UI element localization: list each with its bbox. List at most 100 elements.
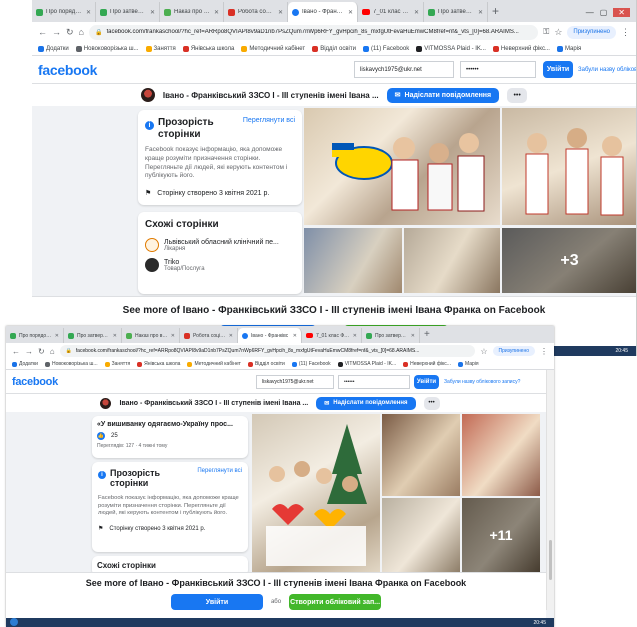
profile-button[interactable]: Призупинено — [567, 25, 616, 39]
home-icon[interactable]: ⌂ — [79, 27, 84, 37]
page-name[interactable]: Івано - Франківський ЗЗСО І - ІІІ ступен… — [163, 91, 379, 100]
bookmark-item[interactable]: Методичний кабінет — [187, 361, 241, 367]
close-tab-icon[interactable]: ✕ — [214, 9, 219, 16]
bookmark-item[interactable]: Додатки — [38, 45, 69, 52]
send-message-button[interactable]: ✉ Надіслати повідомлення — [316, 396, 416, 410]
scrollbar-thumb[interactable] — [549, 540, 552, 580]
close-tab-icon[interactable]: ✕ — [348, 9, 353, 16]
photo-teachers[interactable] — [382, 414, 460, 496]
photo-kids-hearts[interactable] — [252, 414, 380, 572]
more-photos-count[interactable]: +3 — [502, 228, 636, 293]
bookmark-item[interactable]: Відділ освіти — [312, 45, 356, 52]
similar-page-item[interactable]: Львівський обласний клінічний пе... Лікар… — [145, 238, 295, 252]
see-all-link[interactable]: Переглянути всі — [243, 117, 295, 124]
browser-tab[interactable]: Про затвердженн✕ — [424, 2, 488, 22]
photo-celebration[interactable] — [462, 414, 540, 496]
browser-tab[interactable]: Про затвердженн✕ — [96, 2, 160, 22]
page-name[interactable]: Івано - Франківський ЗЗСО І - ІІІ ступен… — [119, 400, 308, 407]
create-account-button[interactable]: Створити обліковий зап... — [289, 594, 382, 610]
bookmark-item[interactable]: Новоковорізька ш... — [75, 45, 139, 52]
email-field[interactable]: liskavych1975@ukr.net — [256, 374, 334, 389]
bookmark-item[interactable]: Відділ освіти — [247, 361, 285, 367]
bookmark-item[interactable]: Методичний кабінет — [241, 45, 305, 52]
login-button[interactable]: Увійти — [414, 374, 439, 389]
bookmark-item[interactable]: VITMOSSA Plaid - IK... — [416, 45, 486, 52]
bookmark-item[interactable]: Неверхний фікс... — [492, 45, 550, 52]
photo-more[interactable]: +11 — [462, 498, 540, 572]
banner-login-button[interactable]: Увійти — [170, 594, 263, 610]
new-tab-button[interactable]: + — [420, 328, 434, 343]
send-message-button[interactable]: ✉ Надіслати повідомлення — [386, 87, 500, 103]
browser-tab[interactable]: Робота соціальн✕ — [224, 2, 288, 22]
bookmark-item[interactable]: Додатки — [12, 361, 38, 367]
photo-girls-embroidered[interactable] — [502, 108, 636, 225]
maximize-icon[interactable]: ▢ — [600, 8, 608, 17]
close-tab-icon[interactable]: ✕ — [278, 9, 283, 16]
close-tab-icon[interactable]: ✕ — [353, 333, 357, 339]
browser-tab[interactable]: Робота соціальн✕ — [180, 328, 238, 343]
close-tab-icon[interactable]: ✕ — [113, 333, 117, 339]
profile-button[interactable]: Призупинено — [492, 346, 535, 356]
start-button[interactable] — [10, 618, 18, 626]
login-button[interactable]: Увійти — [543, 61, 573, 78]
browser-tab-active[interactable]: Івано - Франківс ✕ — [238, 328, 302, 343]
back-icon[interactable]: ← — [38, 27, 47, 37]
photo-group-embroidery[interactable] — [382, 498, 460, 572]
back-icon[interactable]: ← — [12, 347, 20, 356]
forward-icon[interactable]: → — [25, 347, 33, 356]
browser-tab[interactable]: Про порядок зап.✕ — [6, 328, 64, 343]
page-avatar[interactable] — [140, 88, 155, 102]
close-tab-icon[interactable]: ✕ — [171, 333, 175, 339]
browser-tab[interactable]: Наказ про викон✕ — [122, 328, 180, 343]
bookmark-item[interactable]: (11) Facebook — [291, 361, 331, 367]
reload-icon[interactable]: ↻ — [66, 27, 74, 38]
close-tab-icon[interactable]: ✕ — [150, 9, 155, 16]
close-tab-icon[interactable]: ✕ — [478, 9, 483, 16]
browser-tab[interactable]: Про порядок зап.✕ — [32, 2, 96, 22]
bookmark-item[interactable]: Янівська школа — [182, 45, 234, 52]
url-field[interactable]: 🔒 facebook.com/frankaschool/?hc_ref=ARRp… — [59, 345, 476, 357]
forgot-account-link[interactable]: Забули назву облікового запису? — [578, 67, 636, 73]
photo-kids-peace-sign[interactable] — [304, 108, 500, 225]
close-tab-icon[interactable]: ✕ — [55, 333, 59, 339]
close-tab-icon[interactable]: ✕ — [414, 9, 419, 16]
more-options-button[interactable]: ••• — [423, 396, 440, 410]
email-field[interactable]: liskavych1975@ukr.net — [354, 61, 454, 78]
facebook-logo[interactable]: facebook — [12, 376, 58, 388]
browser-tab[interactable]: Наказ про викон✕ — [160, 2, 224, 22]
bookmark-item[interactable]: Заняття — [104, 361, 130, 367]
password-field[interactable]: •••••• — [338, 374, 410, 389]
menu-icon[interactable]: ⋮ — [540, 347, 548, 356]
reload-icon[interactable]: ↻ — [38, 347, 45, 356]
close-tab-icon[interactable]: ✕ — [86, 9, 91, 16]
close-window-icon[interactable]: ✕ — [613, 7, 630, 17]
star-icon[interactable]: ☆ — [554, 27, 562, 38]
browser-tab[interactable]: Про затвердженн✕ — [362, 328, 420, 343]
photo-more[interactable]: +3 — [502, 228, 636, 293]
bookmark-item[interactable]: Новоковорізька ш... — [44, 361, 98, 367]
see-all-link[interactable]: Переглянути всі — [197, 468, 242, 474]
more-options-button[interactable]: ••• — [507, 87, 528, 103]
forward-icon[interactable]: → — [52, 27, 61, 37]
browser-tab[interactable]: 7_01 клас Фізика✕ — [302, 328, 362, 343]
bookmark-item[interactable]: Неверхний фікс... — [403, 361, 451, 367]
bookmark-item[interactable]: (11) Facebook — [362, 45, 409, 52]
similar-page-item[interactable]: Triko Товар/Послуга — [145, 258, 295, 272]
page-scrollbar[interactable] — [546, 370, 554, 610]
bookmark-item[interactable]: Марія — [556, 45, 581, 52]
close-tab-icon[interactable]: ✕ — [229, 333, 233, 339]
menu-icon[interactable]: ⋮ — [621, 27, 630, 38]
more-photos-count[interactable]: +11 — [462, 498, 540, 572]
bookmark-item[interactable]: Янівська школа — [137, 361, 180, 367]
url-field[interactable]: 🔒 facebook.com/frankaschool/?hc_ref=ARRp… — [88, 24, 539, 40]
facebook-logo[interactable]: facebook — [38, 62, 97, 78]
page-avatar[interactable] — [100, 397, 112, 409]
bookmark-item[interactable]: Заняття — [145, 45, 176, 52]
bookmark-item[interactable]: VITMOSSA Plaid - IK... — [337, 361, 396, 367]
browser-tab-active[interactable]: Івано - Франківс ✕ — [288, 2, 358, 22]
browser-tab[interactable]: 7_01 клас Фізика✕ — [358, 2, 424, 22]
close-tab-icon[interactable]: ✕ — [293, 333, 297, 339]
password-field[interactable]: •••••• — [460, 61, 536, 78]
forgot-account-link[interactable]: Забули назву облікового запису? — [444, 379, 520, 385]
close-tab-icon[interactable]: ✕ — [411, 333, 415, 339]
